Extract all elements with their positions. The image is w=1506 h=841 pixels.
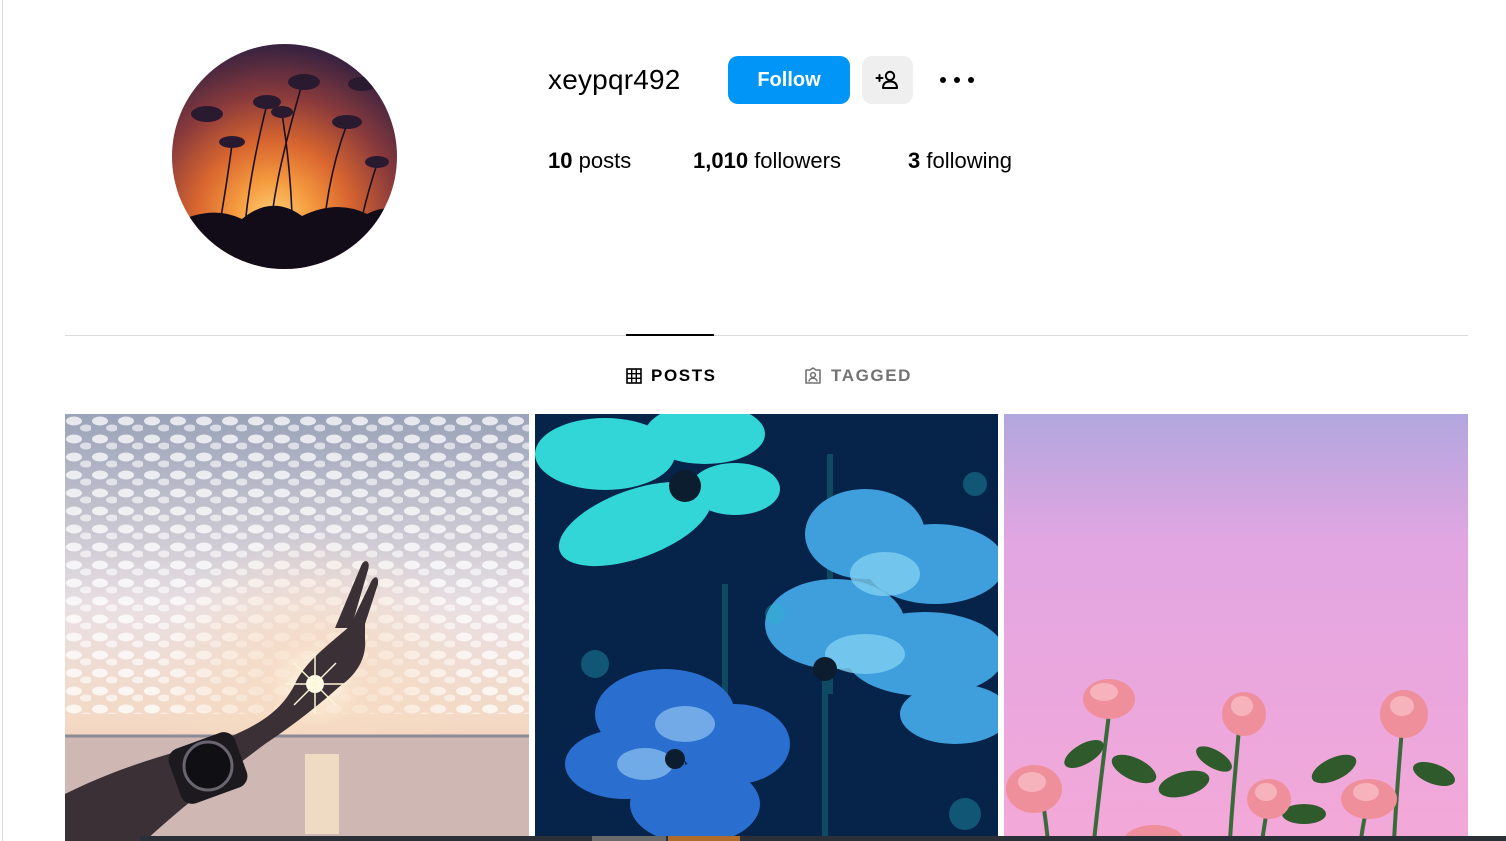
posts-count-value: 10: [548, 148, 573, 173]
taskbar-strip: [140, 836, 1506, 841]
following-count-label: following: [926, 148, 1012, 173]
suggested-users-button[interactable]: [862, 56, 913, 104]
post-thumbnail[interactable]: [535, 414, 998, 841]
tab-tagged[interactable]: TAGGED: [804, 362, 912, 390]
section-divider: [65, 335, 1468, 336]
followers-count-label: followers: [754, 148, 841, 173]
tagged-user-icon: [805, 367, 821, 384]
follow-button[interactable]: Follow: [728, 56, 850, 104]
grid-icon: [626, 368, 642, 384]
followers-count-value: 1,010: [693, 148, 749, 173]
tab-tagged-label: TAGGED: [831, 366, 913, 385]
taskbar-segment: [668, 836, 740, 841]
profile-username: xeypqr492: [548, 64, 681, 95]
post-thumbnail[interactable]: [65, 414, 529, 841]
following-count-value: 3: [908, 148, 921, 173]
posts-count: 10 posts: [548, 145, 631, 177]
add-user-icon: [875, 70, 898, 89]
more-options-button[interactable]: [937, 64, 977, 96]
followers-link[interactable]: 1,010 followers: [693, 145, 841, 177]
post-thumbnail[interactable]: [1004, 414, 1468, 841]
post-image-sunset-hand: [65, 414, 529, 841]
active-tab-indicator: [626, 334, 714, 336]
page-edge-rule: [2, 0, 3, 841]
profile-avatar[interactable]: [172, 44, 397, 269]
taskbar-segment: [592, 836, 666, 841]
tab-posts[interactable]: POSTS: [626, 362, 717, 390]
post-image-pink-roses: [1004, 414, 1468, 841]
post-image-blue-flowers: [535, 414, 998, 841]
tab-posts-label: POSTS: [651, 366, 717, 385]
posts-count-label: posts: [578, 148, 632, 173]
more-options-icon: [940, 77, 974, 83]
following-link[interactable]: 3 following: [908, 145, 1012, 177]
avatar-image: [172, 74, 397, 269]
